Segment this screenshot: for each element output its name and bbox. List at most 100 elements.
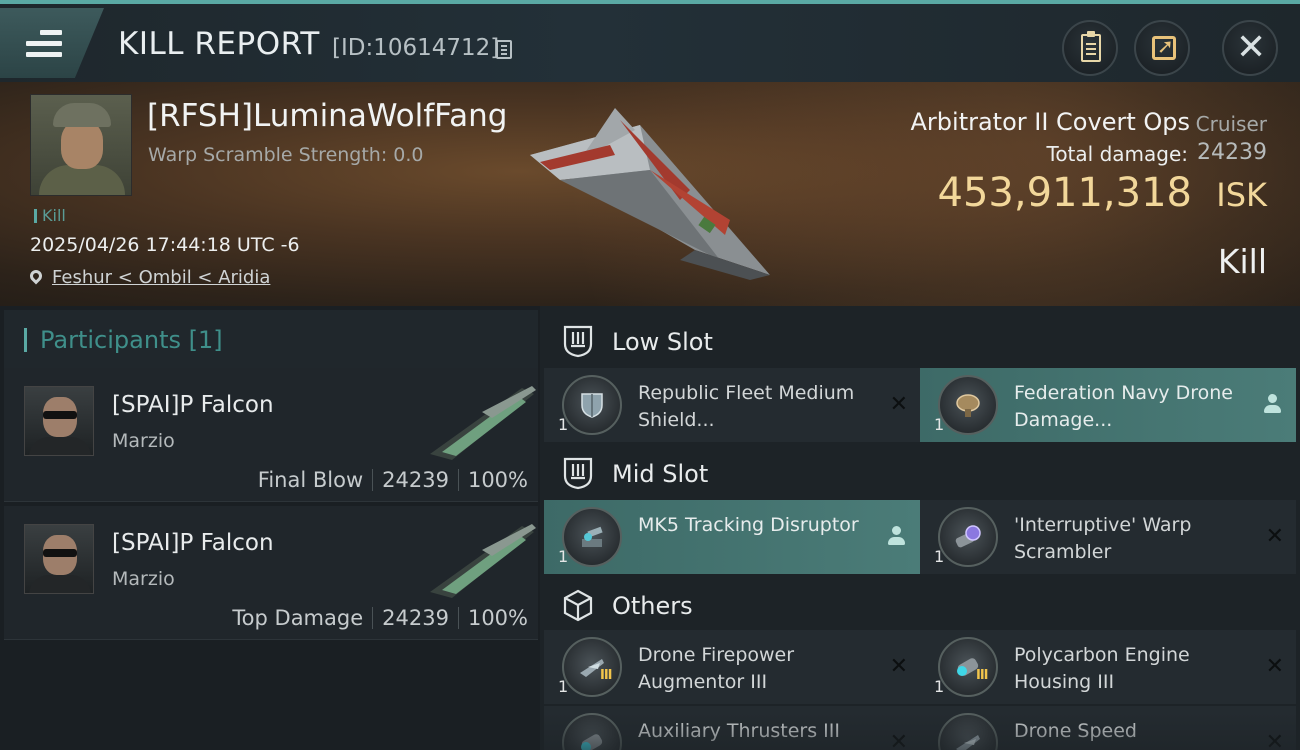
participant-damage: 24239: [382, 468, 449, 492]
x-icon: ✕: [1265, 524, 1284, 549]
low-slot-header: Low Slot: [540, 310, 1300, 372]
module-row[interactable]: 1 III Drone Firepower Augmentor III ✕: [544, 630, 920, 704]
x-icon: ✕: [1265, 730, 1284, 750]
participant-stats: Top Damage 24239 100%: [232, 606, 528, 630]
module-name: Polycarbon Engine Housing III: [1014, 644, 1190, 693]
victim-ship-image: [530, 108, 770, 280]
module-row[interactable]: 1 III Polycarbon Engine Housing III ✕: [920, 630, 1296, 704]
total-damage-label: Total damage:: [1046, 142, 1189, 166]
total-damage-value: 24239: [1197, 140, 1267, 165]
copy-icon[interactable]: [496, 40, 512, 59]
module-row[interactable]: 1 'Interruptive' Warp Scrambler ✕: [920, 500, 1296, 574]
person-icon: [888, 526, 906, 546]
module-row[interactable]: Auxiliary Thrusters III ✕: [544, 706, 920, 750]
person-icon: [1264, 394, 1282, 414]
participants-title: Participants [1]: [40, 326, 223, 354]
top-bar: KILL REPORT [ID:10614712] ✕: [0, 0, 1300, 82]
participant-name: [SPAI]P Falcon: [112, 392, 274, 418]
module-row[interactable]: Drone Speed ✕: [920, 706, 1296, 750]
x-icon: ✕: [889, 730, 908, 750]
menu-button[interactable]: [0, 8, 104, 78]
mid-slot-title: Mid Slot: [612, 460, 709, 488]
close-button[interactable]: ✕: [1222, 20, 1278, 76]
module-row[interactable]: 1 Republic Fleet Medium Shield... ✕: [544, 368, 920, 442]
participant-corp: Marzio: [112, 568, 175, 590]
victim-portrait[interactable]: [30, 94, 132, 196]
participant-role: Final Blow: [257, 468, 364, 492]
kill-location[interactable]: Feshur < Ombil < Aridia: [27, 267, 270, 288]
x-icon: ✕: [1265, 654, 1284, 679]
participant-name: [SPAI]P Falcon: [112, 530, 274, 556]
location-pin-icon: [27, 267, 45, 285]
module-name: Federation Navy Drone Damage...: [1014, 382, 1233, 431]
module-name: Auxiliary Thrusters III: [638, 720, 840, 742]
participant-portrait[interactable]: [24, 524, 94, 594]
x-icon: ✕: [889, 654, 908, 679]
low-slot-icon: [563, 325, 593, 358]
module-name: Drone Firepower Augmentor III: [638, 644, 795, 693]
close-icon: ✕: [1236, 27, 1267, 68]
participant-row[interactable]: [SPAI]P Falcon Marzio Final Blow 24239 100…: [4, 368, 538, 502]
isk-unit: ISK: [1216, 176, 1267, 214]
tech-level-icon: III: [976, 668, 988, 683]
module-name: MK5 Tracking Disruptor: [638, 514, 859, 536]
kill-tag: Kill: [34, 206, 66, 225]
participant-percent: 100%: [467, 606, 528, 630]
module-qty: 1: [558, 547, 569, 566]
others-header: Others: [540, 574, 1300, 636]
module-qty: 1: [934, 415, 945, 434]
victim-banner: [RFSH]LuminaWolfFang Warp Scramble Stren…: [0, 82, 1300, 306]
cargo-box-icon: [563, 589, 593, 622]
participant-corp: Marzio: [112, 430, 175, 452]
warp-scrambler-icon: [938, 507, 998, 567]
warp-scramble-strength: Warp Scramble Strength: 0.0: [148, 144, 424, 166]
clipboard-icon: [1081, 31, 1101, 62]
participant-stats: Final Blow 24239 100%: [258, 468, 528, 492]
module-name: Republic Fleet Medium Shield...: [638, 382, 855, 431]
mid-slot-icon: [563, 457, 593, 490]
report-result: Kill: [1217, 242, 1267, 281]
participant-row[interactable]: [SPAI]P Falcon Marzio Top Damage 24239 100…: [4, 506, 538, 640]
participant-ship-image: [430, 386, 536, 460]
module-row[interactable]: 1 MK5 Tracking Disruptor: [544, 500, 920, 574]
tech-level-icon: III: [600, 668, 612, 683]
participant-damage: 24239: [382, 606, 449, 630]
page-title: KILL REPORT: [118, 26, 320, 62]
isk-value: 453,911,318: [937, 170, 1192, 216]
thruster-rig-icon: [562, 713, 622, 750]
module-qty: 1: [558, 415, 569, 434]
participant-role: Top Damage: [232, 606, 364, 630]
module-qty: 1: [934, 677, 945, 696]
low-slot-title: Low Slot: [612, 328, 713, 356]
module-name: 'Interruptive' Warp Scrambler: [1014, 514, 1192, 563]
engine-rig-icon: [938, 637, 998, 697]
module-qty: 1: [558, 677, 569, 696]
kill-datetime: 2025/04/26 17:44:18 UTC -6: [30, 234, 300, 256]
clipboard-button[interactable]: [1062, 20, 1118, 76]
others-title: Others: [612, 592, 693, 620]
participant-ship-image: [430, 524, 536, 598]
ship-class: Cruiser: [1195, 112, 1267, 136]
tracking-disruptor-icon: [562, 507, 622, 567]
module-name: Drone Speed: [1014, 720, 1137, 742]
drone-speed-rig-icon: [938, 713, 998, 750]
drone-damage-module-icon: [938, 375, 998, 435]
drone-rig-icon: [562, 637, 622, 697]
x-icon: ✕: [889, 392, 908, 417]
fitting-panel: Low Slot 1 Republic Fleet Medium Shield.…: [540, 306, 1300, 750]
participant-portrait[interactable]: [24, 386, 94, 456]
share-icon: [1152, 34, 1176, 60]
module-qty: 1: [934, 547, 945, 566]
victim-name[interactable]: [RFSH]LuminaWolfFang: [147, 98, 507, 134]
participant-percent: 100%: [467, 468, 528, 492]
participants-header: Participants [1]: [4, 310, 538, 370]
participants-panel: Participants [1] [SPAI]P Falcon Marzio F…: [0, 306, 540, 750]
report-id: [ID:10614712]: [332, 35, 500, 61]
mid-slot-header: Mid Slot: [540, 442, 1300, 504]
ship-name[interactable]: Arbitrator II Covert Ops: [911, 108, 1191, 136]
module-row[interactable]: 1 Federation Navy Drone Damage...: [920, 368, 1296, 442]
shield-module-icon: [562, 375, 622, 435]
share-button[interactable]: [1134, 20, 1190, 76]
menu-icon: [26, 30, 62, 63]
location-link[interactable]: Feshur < Ombil < Aridia: [52, 267, 270, 288]
